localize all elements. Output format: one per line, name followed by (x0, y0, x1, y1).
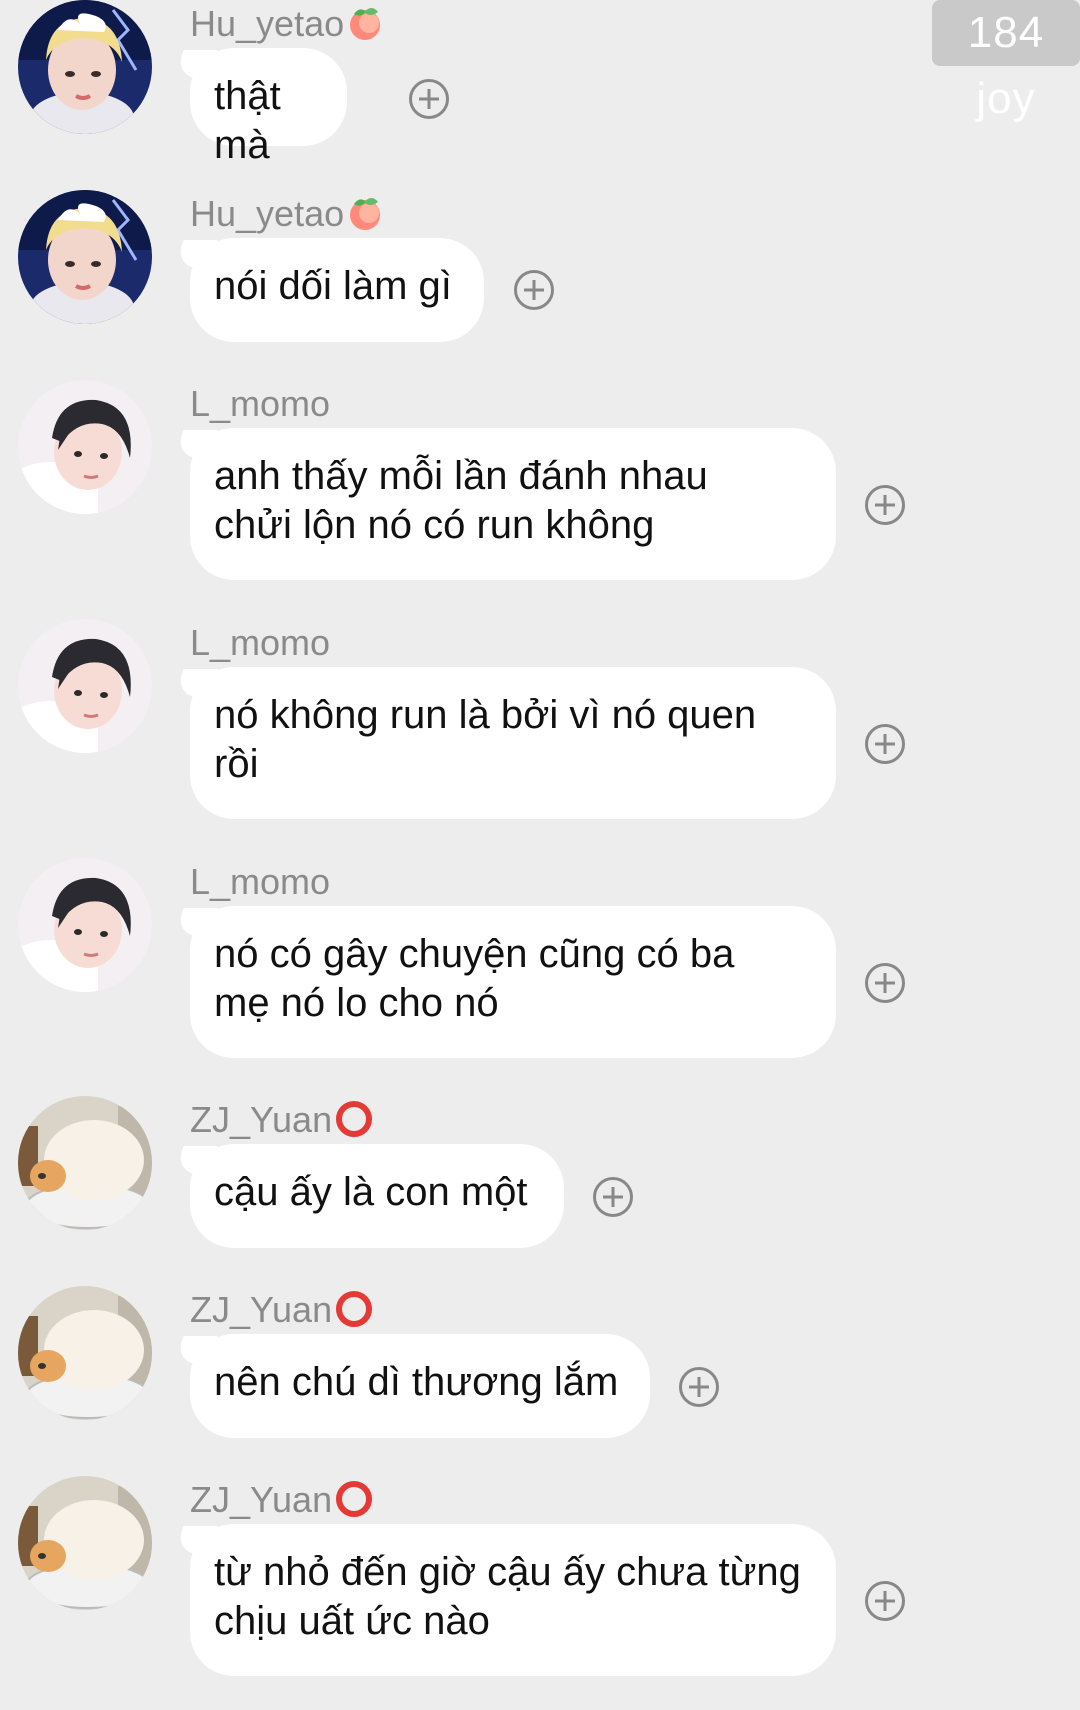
add-reaction-button[interactable] (865, 963, 905, 1003)
add-reaction-button[interactable] (514, 270, 554, 310)
avatar-l-momo[interactable] (18, 380, 152, 514)
message-text: thật mà (214, 74, 281, 167)
message-bubble[interactable]: nói dối làm gì (190, 238, 484, 342)
avatar-zj-yuan[interactable] (18, 1476, 152, 1610)
message-text-line: anh thấy mỗi lần đánh nhau (214, 454, 708, 498)
red-ring-emoji-icon (334, 1289, 374, 1329)
sender-name: L_momo (190, 383, 331, 424)
add-reaction-button[interactable] (593, 1177, 633, 1217)
message-text: nói dối làm gì (214, 264, 452, 308)
sender-name: Hu_yetao (190, 2, 384, 46)
message-text-line: nó có gây chuyện cũng có ba (214, 932, 735, 976)
avatar-zj-yuan[interactable] (18, 1286, 152, 1420)
sender-name: Hu_yetao (190, 192, 384, 236)
message-text-line: chửi lộn nó có run không (214, 503, 655, 547)
message-bubble[interactable]: nó có gây chuyện cũng có ba mẹ nó lo cho… (190, 906, 836, 1058)
message-text-line: rồi (214, 742, 259, 786)
sender-name: ZJ_Yuan (190, 1098, 374, 1142)
add-reaction-button[interactable] (679, 1367, 719, 1407)
message-bubble[interactable]: anh thấy mỗi lần đánh nhau chửi lộn nó c… (190, 428, 836, 580)
avatar-hu-yetao[interactable] (18, 190, 152, 324)
avatar-l-momo[interactable] (18, 619, 152, 753)
sender-name: L_momo (190, 861, 331, 902)
message-bubble[interactable]: nên chú dì thương lắm (190, 1334, 650, 1438)
message-text: cậu ấy là con một (214, 1170, 528, 1214)
message-bubble[interactable]: cậu ấy là con một (190, 1144, 564, 1248)
add-reaction-button[interactable] (865, 485, 905, 525)
message-bubble[interactable]: nó không run là bởi vì nó quen rồi (190, 667, 836, 819)
message-text-line: từ nhỏ đến giờ cậu ấy chưa từng (214, 1550, 801, 1594)
red-ring-emoji-icon (334, 1479, 374, 1519)
message-text: nên chú dì thương lắm (214, 1360, 619, 1404)
sender-name: L_momo (190, 622, 331, 663)
message-text-line: mẹ nó lo cho nó (214, 981, 499, 1025)
sender-name: ZJ_Yuan (190, 1288, 374, 1332)
red-ring-emoji-icon (334, 1099, 374, 1139)
peach-emoji-icon (346, 194, 384, 232)
message-bubble[interactable]: từ nhỏ đến giờ cậu ấy chưa từng chịu uất… (190, 1524, 836, 1676)
avatar-hu-yetao[interactable] (18, 0, 152, 134)
watermark-badge: 184 joy (932, 0, 1080, 123)
peach-emoji-icon (346, 4, 384, 42)
avatar-l-momo[interactable] (18, 858, 152, 992)
message-bubble[interactable]: thật mà (190, 48, 347, 167)
sender-name: ZJ_Yuan (190, 1478, 374, 1522)
message-text-line: chịu uất ức nào (214, 1599, 490, 1643)
add-reaction-button[interactable] (409, 79, 449, 119)
avatar-zj-yuan[interactable] (18, 1096, 152, 1230)
message-text-line: nó không run là bởi vì nó quen (214, 693, 757, 737)
add-reaction-button[interactable] (865, 1581, 905, 1621)
add-reaction-button[interactable] (865, 724, 905, 764)
